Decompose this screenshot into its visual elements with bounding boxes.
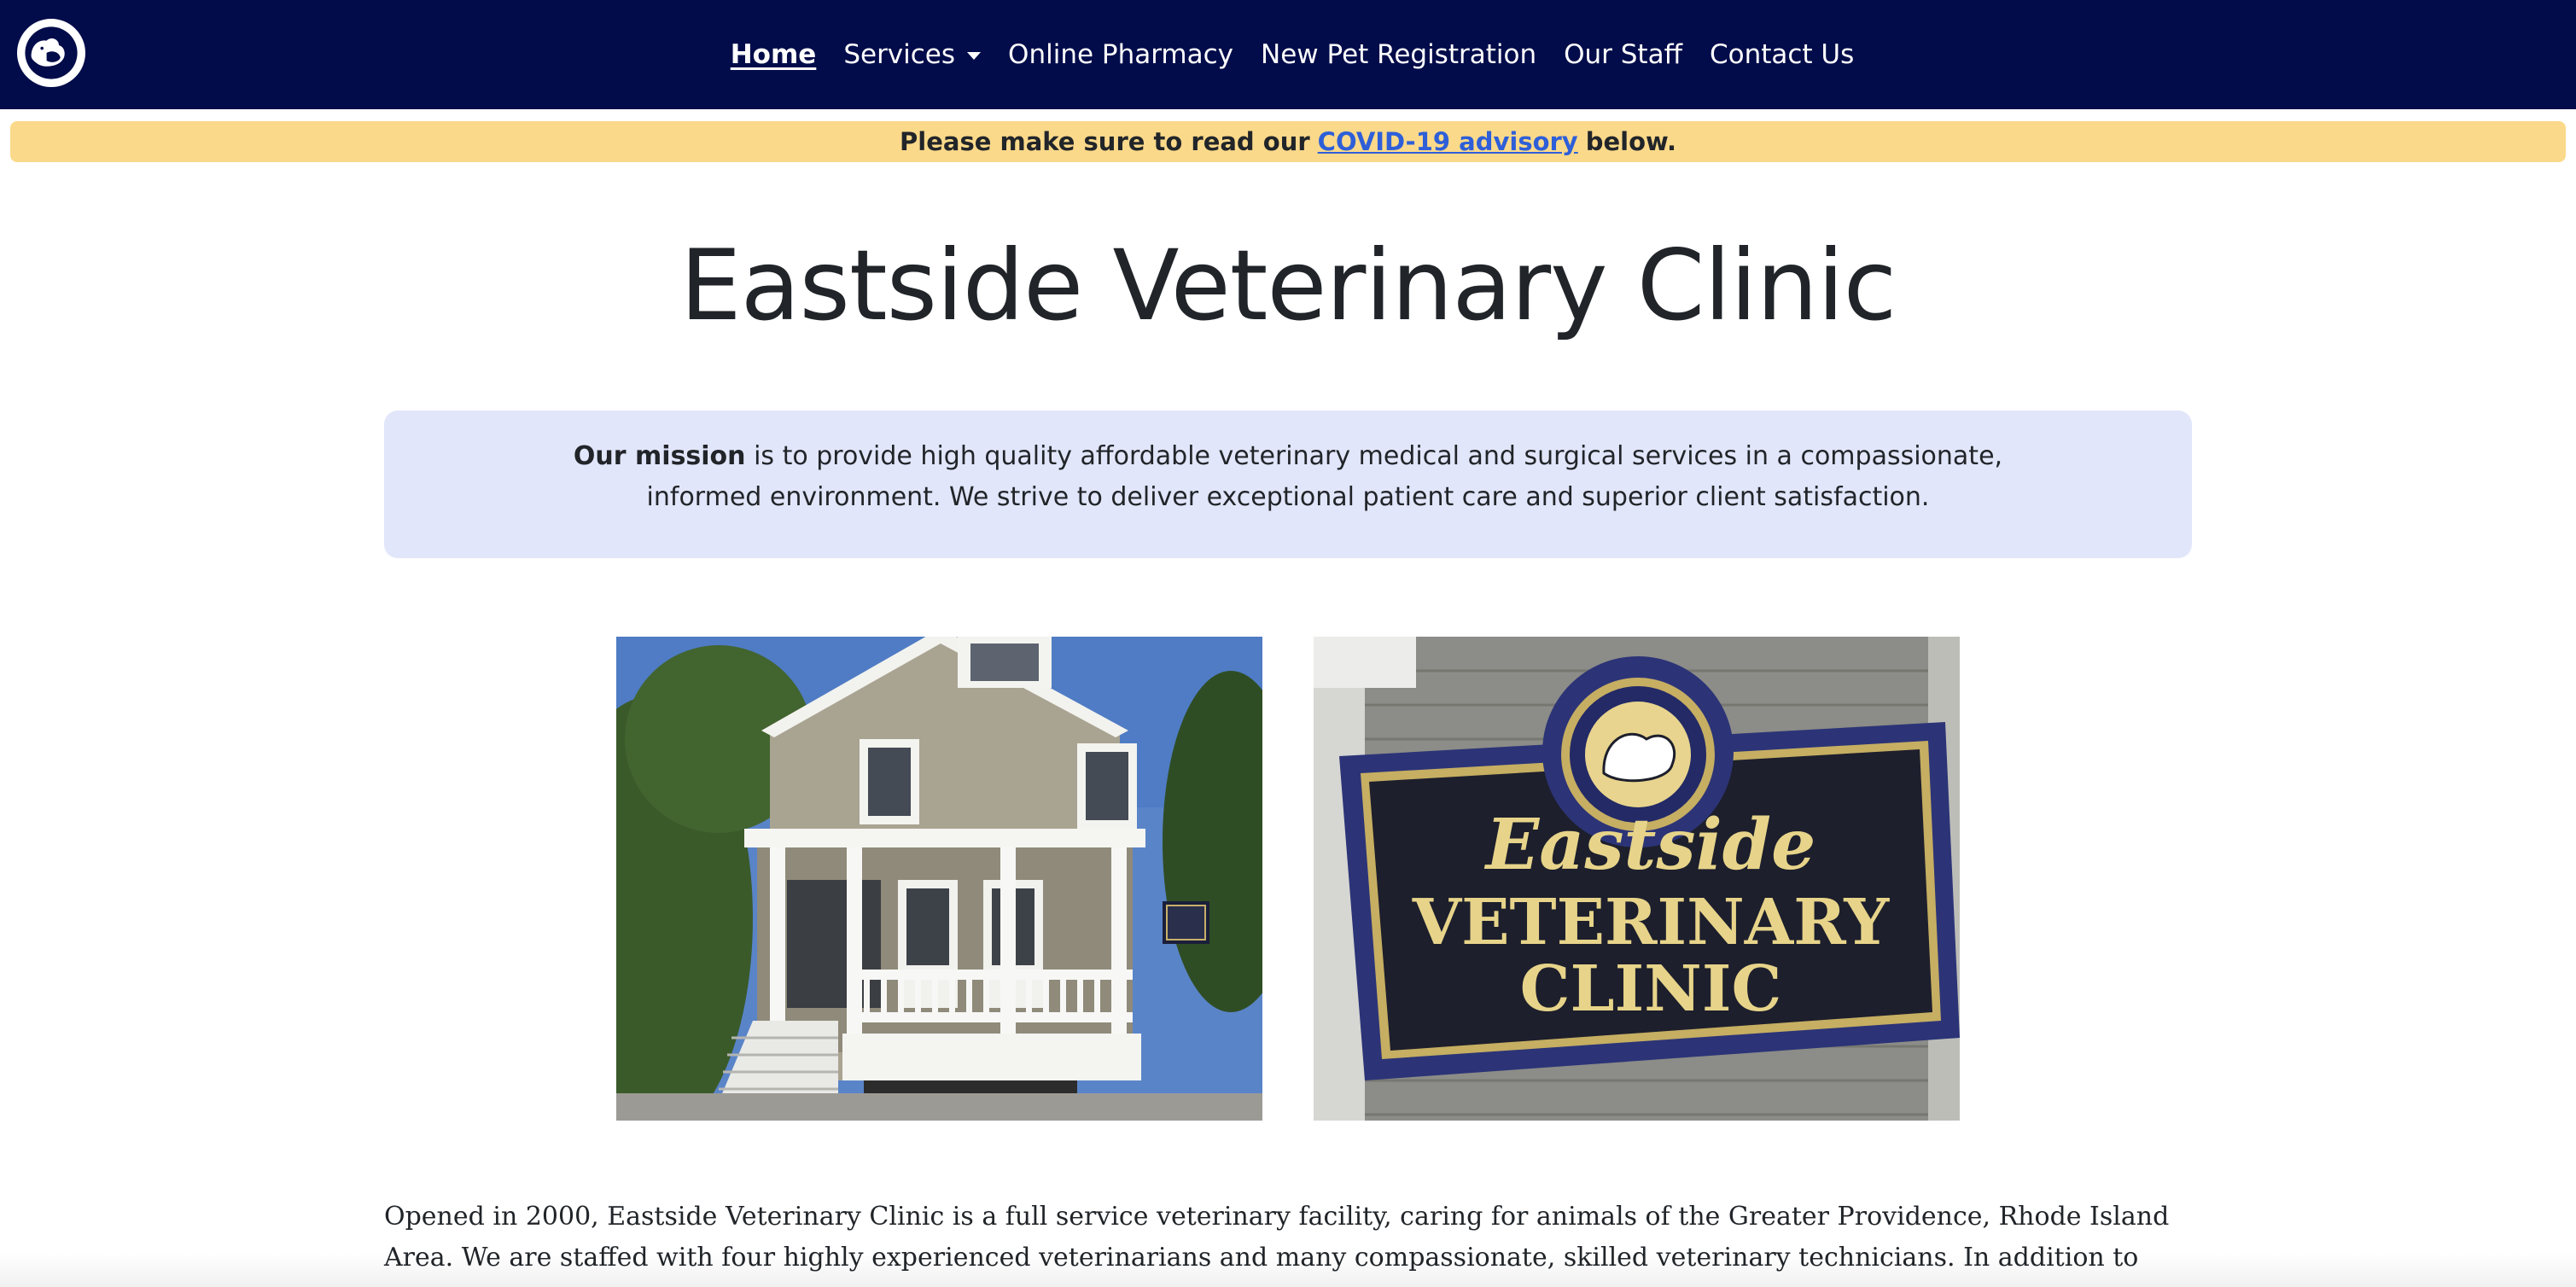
nav-our-staff[interactable]: Our Staff [1564, 39, 1682, 70]
chevron-down-icon [967, 51, 982, 60]
nav-contact-us[interactable]: Contact Us [1710, 39, 1854, 70]
sign-line1: Eastside [1484, 804, 1816, 886]
mission-lead: Our mission [573, 441, 746, 471]
nav-home[interactable]: Home [731, 39, 817, 70]
covid-alert-banner: Please make sure to read our COVID-19 ad… [10, 121, 2566, 162]
bottom-shadow [0, 1253, 2576, 1287]
sign-line3: CLINIC [1520, 952, 1782, 1026]
nav-online-pharmacy[interactable]: Online Pharmacy [1008, 39, 1233, 70]
top-navbar: Home Services Online Pharmacy New Pet Re… [0, 0, 2576, 109]
nav-new-pet-registration[interactable]: New Pet Registration [1261, 39, 1536, 70]
nav-services-dropdown[interactable]: Services [843, 39, 982, 70]
clinic-sign-photo: Eastside VETERINARY CLINIC [1314, 637, 1960, 1121]
alert-suffix: below. [1585, 127, 1676, 156]
mission-text: is to provide high quality affordable ve… [646, 441, 2003, 512]
clinic-building-photo [616, 637, 1262, 1121]
page-title: Eastside Veterinary Clinic [679, 229, 1897, 342]
mission-statement: Our mission is to provide high quality a… [384, 411, 2192, 558]
nav-services-label: Services [843, 39, 956, 70]
covid-advisory-link[interactable]: COVID-19 advisory [1318, 127, 1578, 156]
alert-prefix: Please make sure to read our [900, 127, 1310, 156]
sign-line2: VETERINARY [1412, 886, 1891, 959]
main-nav: Home Services Online Pharmacy New Pet Re… [0, 0, 2576, 109]
